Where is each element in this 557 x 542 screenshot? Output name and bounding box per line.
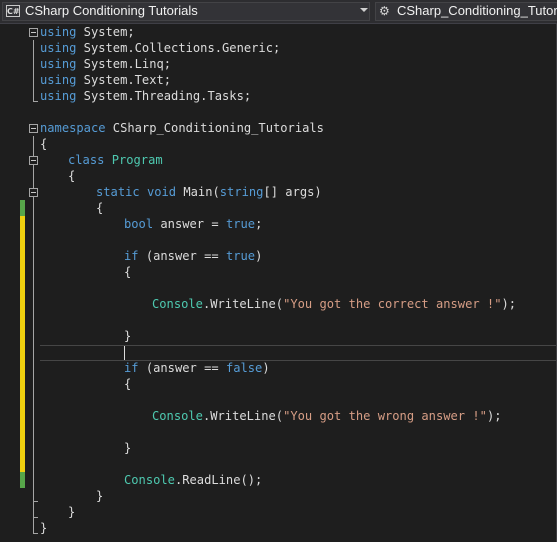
code-line-18: Console.WriteLine("You got the correct a… — [152, 297, 517, 311]
chevron-down-icon — [360, 8, 368, 12]
code-line-31: } — [68, 505, 76, 519]
outline-end — [33, 517, 38, 518]
code-line-30: } — [96, 489, 104, 503]
outline-end — [33, 101, 38, 102]
collapse-toggle-usings[interactable] — [29, 28, 38, 37]
collapse-toggle-namespace[interactable] — [29, 124, 38, 133]
saved-change-marker — [20, 472, 25, 488]
outline-end — [33, 501, 38, 502]
code-line-7: namespace CSharp_Conditioning_Tutorials — [40, 121, 324, 135]
code-line-25: Console.WriteLine("You got the wrong ans… — [152, 409, 502, 423]
code-line-22: if (answer == false) — [124, 361, 270, 375]
code-line-16: { — [124, 265, 132, 279]
text-caret — [124, 346, 125, 360]
outline-end — [33, 533, 38, 534]
code-line-32: } — [40, 521, 48, 535]
unsaved-change-marker — [20, 216, 25, 472]
code-line-27: } — [124, 441, 132, 455]
code-line-15: if (answer == true) — [124, 249, 263, 263]
namespace-dropdown-label: CSharp_Conditioning_Tutorials — [397, 3, 557, 18]
code-line-1: using System; — [40, 25, 135, 39]
code-line-13: bool answer = true; — [124, 217, 263, 231]
collapse-toggle-method[interactable] — [29, 188, 38, 197]
navigation-bar: C# CSharp Conditioning Tutorials ⚙ CShar… — [0, 0, 557, 24]
outline-guide — [33, 40, 34, 101]
code-line-2: using System.Collections.Generic; — [40, 41, 281, 55]
namespace-dropdown[interactable]: ⚙ CSharp_Conditioning_Tutorials — [375, 2, 557, 21]
csharp-file-icon: C# — [6, 5, 20, 17]
project-dropdown-label: CSharp Conditioning Tutorials — [25, 3, 198, 18]
saved-change-marker — [20, 200, 25, 216]
code-line-29: Console.ReadLine(); — [124, 473, 263, 487]
code-line-8: { — [40, 137, 48, 151]
collapse-toggle-class[interactable] — [29, 156, 38, 165]
code-line-4: using System.Text; — [40, 73, 172, 87]
code-line-9: class Program — [68, 153, 163, 167]
code-line-23: { — [124, 377, 132, 391]
code-line-20: } — [124, 329, 132, 343]
current-line-highlight — [40, 345, 557, 361]
project-dropdown[interactable]: C# CSharp Conditioning Tutorials — [2, 2, 370, 21]
code-line-3: using System.Linq; — [40, 57, 172, 71]
code-line-5: using System.Threading.Tasks; — [40, 89, 252, 103]
code-line-10: { — [68, 169, 76, 183]
project-icon: ⚙ — [379, 4, 390, 18]
code-line-11: static void Main(string[] args) — [96, 185, 322, 199]
code-line-12: { — [96, 201, 104, 215]
